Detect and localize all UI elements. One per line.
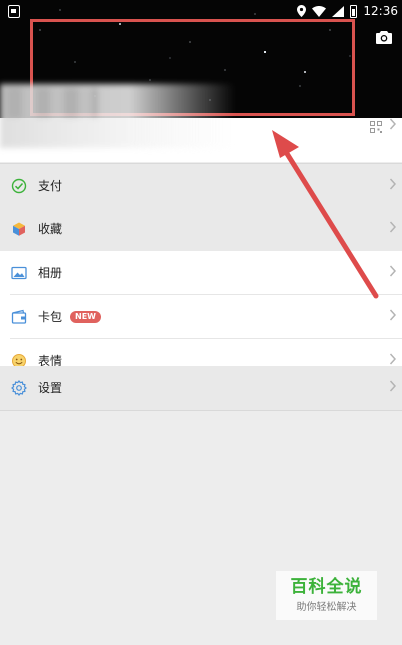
watermark-title: 百科全说: [290, 576, 363, 597]
battery-icon: [350, 4, 358, 18]
new-badge: NEW: [70, 311, 101, 323]
menu-item-label: 设置: [38, 381, 63, 395]
chevron-right-icon: [389, 380, 397, 392]
menu-item-label: 收藏: [38, 222, 63, 236]
blurred-avatar-name: [0, 84, 235, 148]
menu-group-media: 相册 卡包 NEW 表情: [0, 251, 402, 384]
chevron-right-icon: [389, 178, 397, 190]
menu-group-pay: 支付: [0, 163, 402, 209]
signal-icon: [332, 5, 345, 17]
gear-icon: [11, 380, 27, 396]
notification-icon: [8, 5, 20, 18]
watermark-logo: 百科全说 助你轻松解决: [276, 571, 377, 620]
location-icon: [297, 5, 307, 17]
chevron-right-icon: [389, 118, 397, 130]
cube-icon: [13, 222, 25, 236]
camera-icon[interactable]: [376, 30, 392, 44]
wallet-check-icon: [11, 178, 27, 194]
menu-group-favorites: 收藏: [0, 207, 402, 252]
qr-code-icon[interactable]: [370, 121, 382, 133]
menu-item-label: 卡包: [38, 310, 63, 324]
chevron-right-icon: [389, 309, 397, 321]
chevron-right-icon: [389, 353, 397, 365]
menu-item-label: 相册: [38, 266, 63, 280]
watermark-subtitle: 助你轻松解决: [296, 602, 357, 614]
menu-item-pay[interactable]: 支付: [0, 164, 402, 208]
chevron-right-icon: [389, 221, 397, 233]
menu-item-settings[interactable]: 设置: [0, 366, 402, 410]
status-time: 12:36: [363, 4, 398, 18]
wifi-icon: [312, 5, 327, 17]
menu-item-card-wallet[interactable]: 卡包 NEW: [0, 295, 402, 339]
card-wallet-icon: [11, 309, 27, 324]
menu-item-album[interactable]: 相册: [0, 251, 402, 295]
menu-item-label: 支付: [38, 179, 63, 193]
menu-group-settings: 设置: [0, 366, 402, 411]
album-icon: [11, 266, 27, 280]
chevron-right-icon: [389, 265, 397, 277]
menu-item-favorites[interactable]: 收藏: [0, 207, 402, 251]
